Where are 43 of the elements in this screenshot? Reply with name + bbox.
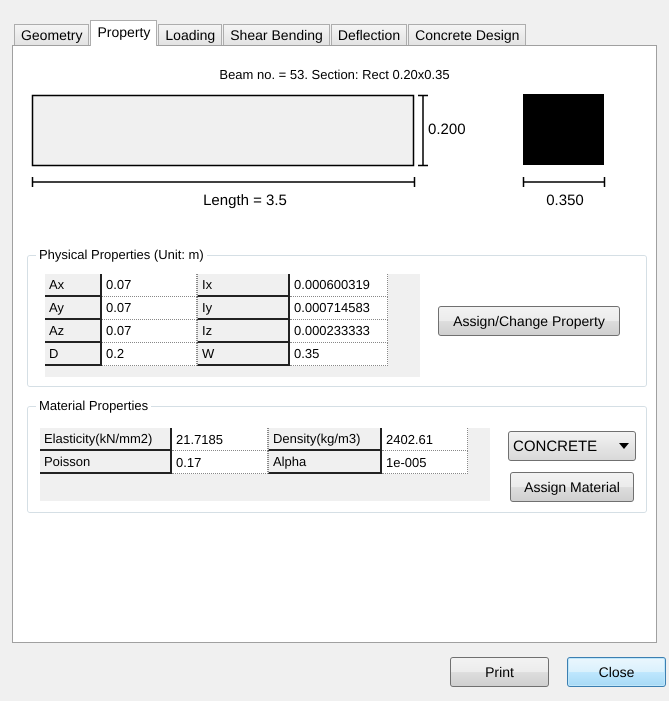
property-label: Ax <box>45 274 102 296</box>
property-label: W <box>197 342 290 366</box>
group-title: Physical Properties (Unit: m) <box>36 247 207 262</box>
property-value: 0.07 <box>102 296 197 320</box>
dropdown-arrow-icon <box>619 443 629 449</box>
property-value: 0.000233333 <box>290 320 388 342</box>
property-label: D <box>45 342 102 366</box>
property-value: 0.35 <box>290 342 388 366</box>
length-label: Length = 3.5 <box>203 192 287 209</box>
property-label: Ix <box>197 274 290 296</box>
assign-material-button[interactable]: Assign Material <box>510 472 634 502</box>
property-value: 0.07 <box>102 274 197 296</box>
property-label: Iz <box>197 320 290 342</box>
group-title: Material Properties <box>36 398 152 413</box>
beam-title: Beam no. = 53. Section: Rect 0.20x0.35 <box>218 67 451 82</box>
property-value: 1e-005 <box>382 451 468 474</box>
property-label: Iy <box>197 296 290 320</box>
tab[interactable]: Deflection <box>330 24 408 45</box>
dialog-button[interactable]: Close <box>567 657 666 687</box>
property-label: Az <box>45 320 102 342</box>
dialog-button[interactable]: Print <box>450 657 549 687</box>
property-value: 21.7185 <box>172 428 268 451</box>
property-label: Density(kg/m3) <box>268 428 382 451</box>
property-label: Alpha <box>268 451 382 474</box>
property-value: 0.000600319 <box>290 274 388 296</box>
depth-label: 0.200 <box>428 121 466 138</box>
property-value: 0.000714583 <box>290 296 388 320</box>
width-label: 0.350 <box>546 192 584 209</box>
tab[interactable]: Loading <box>158 24 222 45</box>
property-value: 0.17 <box>172 451 268 474</box>
property-label: Ay <box>45 296 102 320</box>
property-value: 2402.61 <box>382 428 468 451</box>
assign-property-button[interactable]: Assign/Change Property <box>438 306 620 336</box>
tab[interactable]: Concrete Design <box>408 24 526 45</box>
property-value: 0.2 <box>102 342 197 366</box>
tab[interactable]: Property <box>90 20 158 46</box>
property-label: Elasticity(kN/mm2) <box>40 428 172 451</box>
tab[interactable]: Shear Bending <box>223 24 330 45</box>
property-label: Poisson <box>40 451 172 474</box>
property-value: 0.07 <box>102 320 197 342</box>
tab[interactable]: Geometry <box>14 24 90 45</box>
material-dropdown[interactable]: CONCRETE <box>508 431 636 461</box>
depth-dimension <box>418 94 428 166</box>
